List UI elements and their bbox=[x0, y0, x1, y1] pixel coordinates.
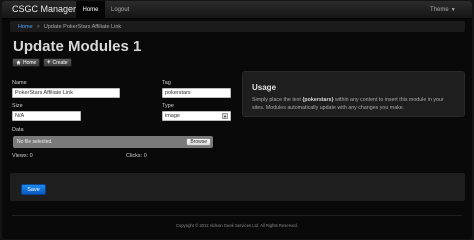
type-select-value: image bbox=[165, 113, 180, 119]
chevron-down-icon: ▼ bbox=[450, 7, 456, 13]
footer-copyright: Copyright © 2012 Aldeon Geek Services Lt… bbox=[175, 223, 299, 228]
nav-home[interactable]: Home bbox=[76, 1, 105, 19]
usage-title: Usage bbox=[252, 83, 277, 92]
size-field[interactable] bbox=[12, 111, 81, 121]
clicks-count: Clicks: 0 bbox=[126, 153, 147, 159]
chevron-down-icon: ▼ bbox=[222, 113, 228, 119]
app-window: CSGC Manager Home Logout Theme ▼ Home > … bbox=[2, 1, 472, 239]
theme-label: Theme bbox=[430, 7, 449, 13]
nav-logout[interactable]: Logout bbox=[107, 1, 133, 19]
breadcrumb-home[interactable]: Home bbox=[18, 24, 33, 30]
footer-divider bbox=[12, 215, 462, 216]
tag-field[interactable] bbox=[162, 88, 231, 98]
create-button[interactable]: + Create bbox=[43, 58, 72, 67]
browse-button[interactable]: Browse bbox=[186, 138, 211, 146]
data-file-input[interactable]: No file selected. Browse bbox=[13, 136, 213, 148]
breadcrumb-separator: > bbox=[36, 23, 40, 30]
name-field[interactable] bbox=[12, 88, 120, 98]
usage-text: Simply place the text {pokerstars} withi… bbox=[252, 96, 455, 112]
navbar: CSGC Manager Home Logout Theme ▼ bbox=[2, 1, 472, 19]
usage-text-before: Simply place the text bbox=[252, 97, 303, 103]
home-button-label: Home bbox=[23, 59, 37, 66]
type-select[interactable]: image ▼ bbox=[162, 111, 231, 121]
breadcrumb: Home > Update PokerStars Affiliate Link bbox=[10, 21, 465, 32]
brand-title[interactable]: CSGC Manager bbox=[12, 4, 76, 14]
type-label: Type bbox=[162, 103, 174, 109]
views-count: Views: 0 bbox=[12, 153, 33, 159]
form-actions: Save bbox=[10, 173, 465, 201]
breadcrumb-current: Update PokerStars Affiliate Link bbox=[43, 23, 122, 30]
theme-dropdown[interactable]: Theme ▼ bbox=[430, 1, 456, 19]
page-title: Update Modules 1 bbox=[13, 38, 142, 55]
save-button[interactable]: Save bbox=[21, 184, 46, 195]
file-status: No file selected. bbox=[17, 139, 53, 145]
size-label: Size bbox=[12, 103, 23, 109]
name-label: Name bbox=[12, 80, 27, 86]
tag-label: Tag bbox=[162, 80, 171, 86]
plus-icon: + bbox=[47, 59, 51, 66]
home-icon bbox=[16, 60, 21, 65]
data-label: Data bbox=[12, 127, 24, 133]
usage-token: {pokerstars} bbox=[302, 97, 334, 103]
usage-panel: Usage Simply place the text {pokerstars}… bbox=[242, 71, 465, 117]
create-button-label: Create bbox=[52, 59, 68, 66]
home-button[interactable]: Home bbox=[12, 58, 41, 67]
